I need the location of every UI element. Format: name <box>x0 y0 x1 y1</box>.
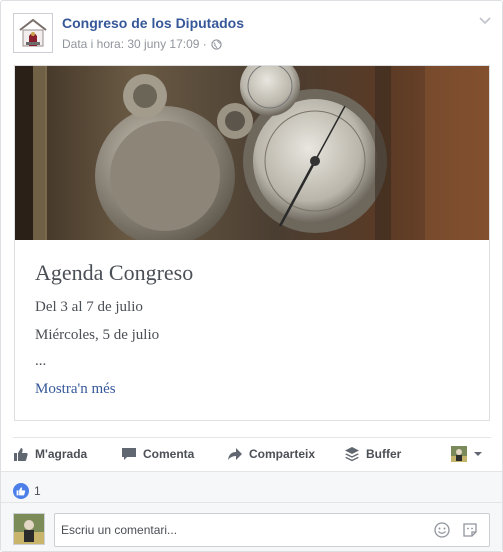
buffer-button[interactable]: Buffer <box>344 446 401 462</box>
card-text-line: Del 3 al 7 de julio <box>35 299 143 315</box>
sticker-icon[interactable] <box>462 522 478 538</box>
feedback-section: 1 <box>1 471 502 551</box>
caret-down-icon <box>474 452 482 456</box>
post-action-bar: M'agrada Comenta Comparteix Buffer <box>13 437 491 471</box>
comment-composer <box>1 502 502 552</box>
share-button[interactable]: Comparteix <box>227 446 315 462</box>
share-label: Comparteix <box>249 447 316 461</box>
comment-input[interactable] <box>54 513 490 547</box>
like-button[interactable]: M'agrada <box>13 446 87 462</box>
post-as-selector[interactable] <box>451 446 483 462</box>
card-title[interactable]: Agenda Congreso <box>35 260 193 286</box>
buffer-label: Buffer <box>366 447 402 461</box>
profile-thumbnail-icon <box>451 446 467 462</box>
congress-logo-icon <box>14 14 52 52</box>
reaction-count: 1 <box>34 484 41 498</box>
emoji-icon[interactable] <box>434 522 450 538</box>
buffer-stack-icon <box>345 447 359 462</box>
show-more-link[interactable]: Mostra'n més <box>35 381 116 398</box>
comment-button[interactable]: Comenta <box>121 446 194 462</box>
comment-label: Comenta <box>143 447 195 461</box>
post-meta: Data i hora: 30 juny 17:09 · <box>62 37 222 51</box>
comment-icon <box>122 448 136 460</box>
like-reaction-icon <box>13 483 29 499</box>
card-image-clockwork[interactable] <box>15 66 489 240</box>
post-timestamp[interactable]: Data i hora: 30 juny 17:09 · <box>62 37 207 51</box>
share-arrow-icon <box>228 448 242 460</box>
page-name-link[interactable]: Congreso de los Diputados <box>62 15 244 31</box>
like-label: M'agrada <box>35 447 88 461</box>
page-avatar[interactable] <box>13 13 53 53</box>
commenter-avatar <box>13 513 45 545</box>
post-options-chevron-icon[interactable] <box>478 13 492 27</box>
thumbs-up-icon <box>14 448 28 461</box>
card-text-line: ... <box>35 353 47 369</box>
reactions-summary[interactable]: 1 <box>13 483 41 499</box>
card-text-line: Miércoles, 5 de julio <box>35 327 160 343</box>
globe-icon <box>211 38 222 50</box>
link-preview-card[interactable]: Agenda Congreso Del 3 al 7 de julio Miér… <box>14 65 490 421</box>
post-card: Congreso de los Diputados Data i hora: 3… <box>0 0 503 552</box>
